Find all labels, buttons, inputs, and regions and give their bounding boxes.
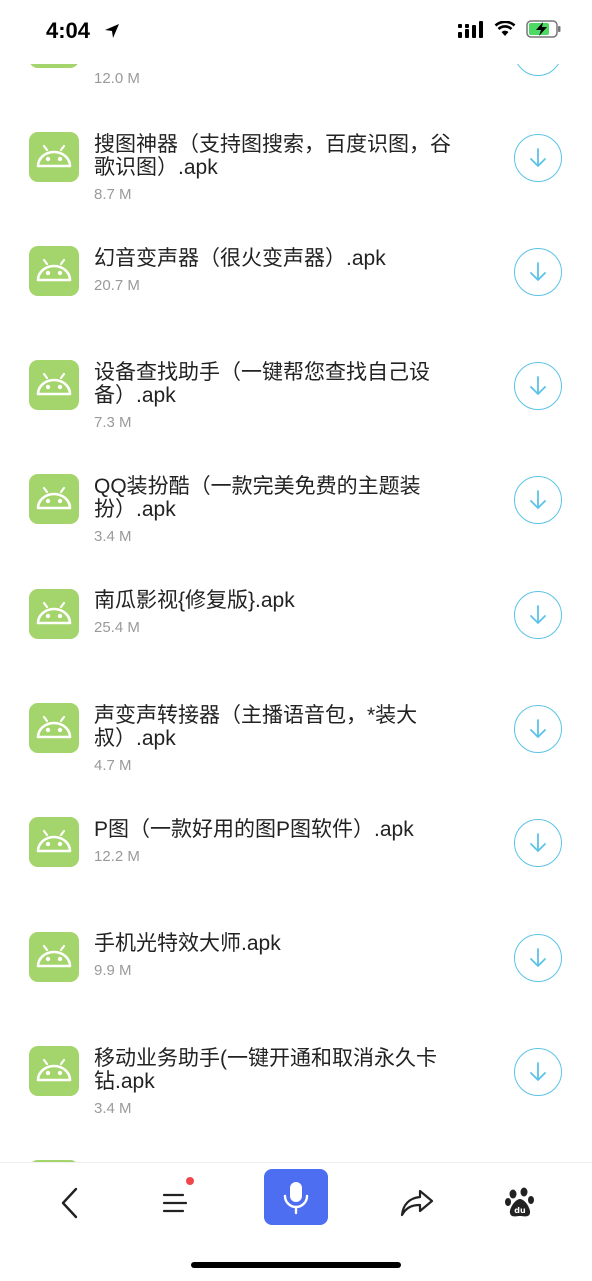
- download-button[interactable]: [514, 819, 562, 867]
- download-button[interactable]: [514, 705, 562, 753]
- file-size: 20.7 M: [94, 277, 140, 294]
- download-arrow-icon: [530, 262, 546, 281]
- file-name: 南瓜影视{修复版}.apk: [94, 589, 295, 612]
- bottom-toolbar: du: [0, 1162, 592, 1281]
- android-icon: [29, 817, 79, 867]
- svg-text:du: du: [514, 1206, 526, 1215]
- download-button[interactable]: [514, 476, 562, 524]
- list-item[interactable]: 移动业务助手(一键开通和取消永久卡钻.apk 3.4 M: [0, 1046, 592, 1160]
- download-arrow-icon: [530, 948, 546, 967]
- baidu-button[interactable]: du: [500, 1183, 540, 1223]
- voice-search-button[interactable]: [264, 1169, 328, 1225]
- list-item[interactable]: 幻音变声器（很火变声器）.apk 20.7 M: [0, 246, 592, 360]
- location-arrow-icon: [105, 24, 119, 38]
- file-size: 3.4 M: [94, 528, 132, 545]
- notification-badge: [186, 1177, 194, 1185]
- download-arrow-icon: [530, 605, 546, 624]
- download-button[interactable]: [514, 934, 562, 982]
- chevron-left-icon: [61, 1187, 78, 1219]
- home-indicator: [191, 1262, 401, 1268]
- android-icon: [29, 132, 79, 182]
- list-item[interactable]: 设备查找助手（一键帮您查找自己设备）.apk 7.3 M: [0, 360, 592, 474]
- battery-charging-icon: [526, 20, 561, 38]
- download-arrow-icon: [530, 376, 546, 395]
- status-bar: 4:04: [0, 0, 592, 64]
- back-button[interactable]: [50, 1183, 90, 1223]
- android-icon: [29, 360, 79, 410]
- file-name: 幻音变声器（很火变声器）.apk: [94, 247, 386, 270]
- file-name: 搜图神器（支持图搜索，百度识图，谷歌识图）.apk: [94, 133, 451, 179]
- android-icon: [29, 246, 79, 296]
- share-arrow-icon: [400, 1189, 434, 1217]
- download-button[interactable]: [514, 362, 562, 410]
- status-icons: [458, 20, 562, 38]
- file-name: QQ装扮酷（一款完美免费的主题装扮）.apk: [94, 475, 421, 521]
- file-name: 声变声转接器（主播语音包，*装大叔）.apk: [94, 704, 418, 750]
- status-time: 4:04: [46, 18, 91, 43]
- file-size: 9.9 M: [94, 962, 132, 979]
- download-button[interactable]: [514, 1048, 562, 1096]
- file-size: 7.3 M: [94, 414, 132, 431]
- download-arrow-icon: [530, 490, 546, 509]
- file-size: 12.2 M: [94, 848, 140, 865]
- list-item[interactable]: P图（一款好用的图P图软件）.apk 12.2 M: [0, 817, 592, 931]
- file-name: 移动业务助手(一键开通和取消永久卡钻.apk: [94, 1047, 437, 1093]
- download-arrow-icon: [530, 833, 546, 852]
- list-item[interactable]: 南瓜影视{修复版}.apk 25.4 M: [0, 589, 592, 703]
- download-arrow-icon: [530, 719, 546, 738]
- file-size: 3.4 M: [94, 1100, 132, 1117]
- download-button[interactable]: [514, 591, 562, 639]
- menu-icon: [162, 1193, 188, 1213]
- android-icon: [29, 932, 79, 982]
- android-icon: [29, 1046, 79, 1096]
- cellular-signal-icon: [458, 21, 483, 38]
- android-icon: [29, 589, 79, 639]
- baidu-paw-icon: du: [505, 1187, 534, 1217]
- file-size: 25.4 M: [94, 619, 140, 636]
- file-size: 8.7 M: [94, 186, 132, 203]
- share-button[interactable]: [397, 1183, 437, 1223]
- android-icon: [29, 474, 79, 524]
- list-item[interactable]: QQ装扮酷（一款完美免费的主题装扮）.apk 3.4 M: [0, 474, 592, 588]
- file-name: P图（一款好用的图P图软件）.apk: [94, 818, 414, 841]
- wifi-icon: [494, 21, 516, 36]
- android-icon: [29, 703, 79, 753]
- list-item[interactable]: 搜图神器（支持图搜索，百度识图，谷歌识图）.apk 8.7 M: [0, 132, 592, 246]
- menu-button[interactable]: [155, 1183, 195, 1223]
- file-name: 设备查找助手（一键帮您查找自己设备）.apk: [94, 361, 430, 407]
- microphone-icon: [283, 1182, 309, 1215]
- download-button[interactable]: [514, 248, 562, 296]
- download-button[interactable]: [514, 134, 562, 182]
- file-size: 12.0 M: [94, 70, 140, 87]
- list-item[interactable]: 声变声转接器（主播语音包，*装大叔）.apk 4.7 M: [0, 703, 592, 817]
- file-name: 手机光特效大师.apk: [94, 932, 281, 955]
- file-size: 4.7 M: [94, 757, 132, 774]
- list-item[interactable]: 手机光特效大师.apk 9.9 M: [0, 932, 592, 1046]
- download-arrow-icon: [530, 148, 546, 167]
- download-arrow-icon: [530, 1062, 546, 1081]
